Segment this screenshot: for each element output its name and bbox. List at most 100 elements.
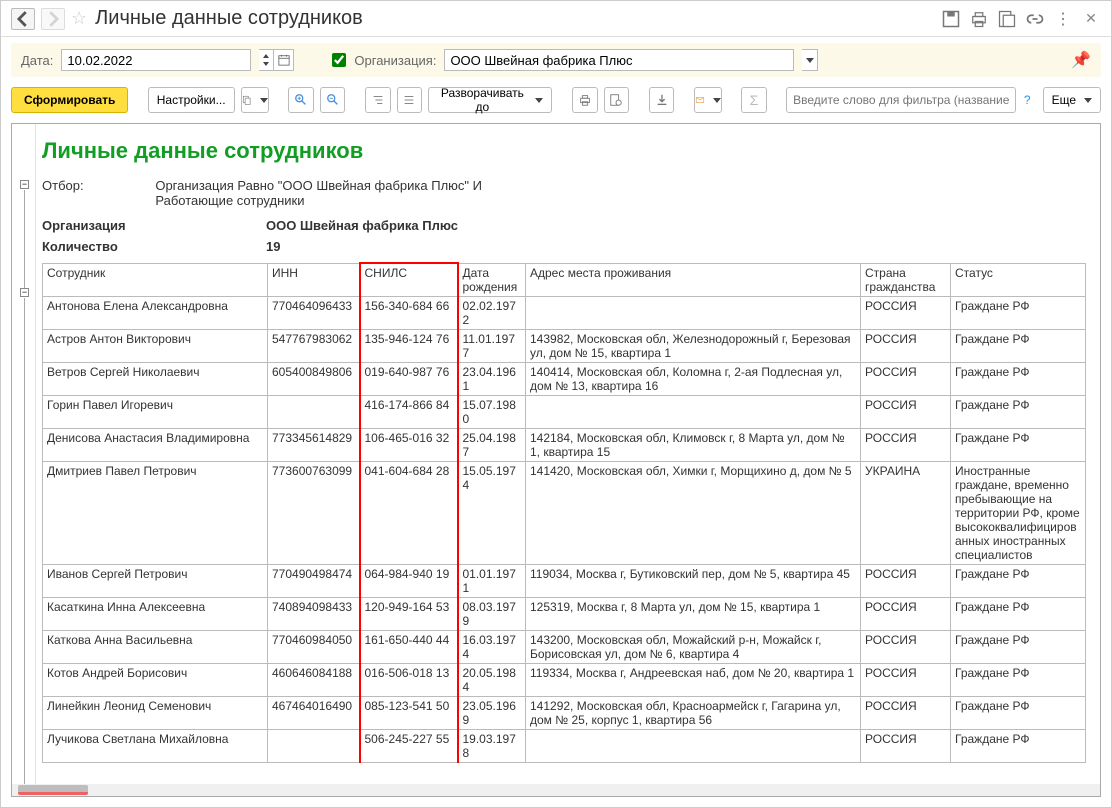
link-icon[interactable]	[1025, 9, 1045, 29]
email-button[interactable]	[694, 87, 722, 113]
cell-status: Граждане РФ	[951, 362, 1086, 395]
table-row[interactable]: Ветров Сергей Николаевич605400849806019-…	[43, 362, 1086, 395]
table-row[interactable]: Лучикова Светлана Михайловна 506-245-227 …	[43, 729, 1086, 762]
cell-inn: 467464016490	[268, 696, 360, 729]
cell-country: РОССИЯ	[861, 296, 951, 329]
preview-icon[interactable]	[997, 9, 1017, 29]
table-row[interactable]: Котов Андрей Борисович460646084188016-50…	[43, 663, 1086, 696]
print-preview-button[interactable]	[604, 87, 630, 113]
cell-status: Иностранные граждане, временно пребывающ…	[951, 461, 1086, 564]
org-input[interactable]: ООО Швейная фабрика Плюс	[444, 49, 794, 71]
table-row[interactable]: Каткова Анна Васильевна770460984050161-6…	[43, 630, 1086, 663]
cell-employee: Линейкин Леонид Семенович	[43, 696, 268, 729]
calendar-button[interactable]	[274, 49, 294, 71]
filter-bar: Дата: 10.02.2022 Организация: ООО Швейна…	[11, 43, 1101, 77]
cell-status: Граждане РФ	[951, 395, 1086, 428]
date-label: Дата:	[21, 53, 53, 68]
date-spin-button[interactable]	[259, 49, 274, 71]
table-row[interactable]: Горин Павел Игоревич416-174-866 8415.07.…	[43, 395, 1086, 428]
cell-bdate: 23.04.1961	[458, 362, 526, 395]
table-row[interactable]: Астров Антон Викторович547767983062135-9…	[43, 329, 1086, 362]
scrollbar-thumb[interactable]	[18, 785, 88, 795]
table-row[interactable]: Иванов Сергей Петрович770490498474064-98…	[43, 564, 1086, 597]
cell-employee: Каткова Анна Васильевна	[43, 630, 268, 663]
cell-address: 141292, Московская обл, Красноармейск г,…	[526, 696, 861, 729]
cell-country: РОССИЯ	[861, 630, 951, 663]
save-icon[interactable]	[941, 9, 961, 29]
expand-level-button[interactable]: Разворачивать до	[428, 87, 552, 113]
collapse-toggle[interactable]: −	[20, 288, 29, 297]
cell-bdate: 15.05.1974	[458, 461, 526, 564]
cell-inn: 770464096433	[268, 296, 360, 329]
cell-snils: 019-640-987 76	[360, 362, 458, 395]
pin-icon[interactable]: 📌	[1071, 50, 1091, 70]
cell-status: Граждане РФ	[951, 696, 1086, 729]
cell-inn: 770490498474	[268, 564, 360, 597]
cell-country: РОССИЯ	[861, 597, 951, 630]
cell-status: Граждане РФ	[951, 428, 1086, 461]
cell-country: РОССИЯ	[861, 564, 951, 597]
print-icon[interactable]	[969, 9, 989, 29]
cell-snils: 016-506-018 13	[360, 663, 458, 696]
cell-inn: 773345614829	[268, 428, 360, 461]
cell-status: Граждане РФ	[951, 564, 1086, 597]
sum-button[interactable]: Σ	[741, 87, 767, 113]
filter-summary: Отбор: Организация Равно "ООО Швейная фа…	[42, 178, 1086, 208]
cell-employee: Лучикова Светлана Михайловна	[43, 729, 268, 762]
date-input[interactable]: 10.02.2022	[61, 49, 251, 71]
cell-snils: 064-984-940 19	[360, 564, 458, 597]
outline-gutter: − −	[12, 124, 36, 796]
cell-country: УКРАИНА	[861, 461, 951, 564]
collapse-all-button[interactable]	[397, 87, 423, 113]
cell-bdate: 25.04.1987	[458, 428, 526, 461]
close-icon[interactable]: ✕	[1081, 9, 1101, 29]
cell-snils: 506-245-227 55	[360, 729, 458, 762]
save-file-button[interactable]	[649, 87, 675, 113]
cell-address: 143200, Московская обл, Можайский р-н, М…	[526, 630, 861, 663]
report-area: − − Личные данные сотрудников Отбор: Орг…	[11, 123, 1101, 797]
cell-bdate: 19.03.1978	[458, 729, 526, 762]
filter-help-icon[interactable]: ?	[1024, 93, 1031, 107]
toolbar: Сформировать Настройки... Разворачивать …	[1, 83, 1111, 119]
zoom-in-button[interactable]	[288, 87, 314, 113]
print-button[interactable]	[572, 87, 598, 113]
count-summary-label: Количество	[42, 239, 266, 254]
table-row[interactable]: Дмитриев Павел Петрович773600763099041-6…	[43, 461, 1086, 564]
cell-inn	[268, 395, 360, 428]
cell-bdate: 11.01.1977	[458, 329, 526, 362]
cell-country: РОССИЯ	[861, 729, 951, 762]
favorite-icon[interactable]: ☆	[71, 8, 87, 29]
back-button[interactable]	[11, 8, 35, 30]
forward-button[interactable]	[41, 8, 65, 30]
generate-button[interactable]: Сформировать	[11, 87, 128, 113]
cell-status: Граждане РФ	[951, 597, 1086, 630]
table-row[interactable]: Денисова Анастасия Владимировна773345614…	[43, 428, 1086, 461]
col-employee: Сотрудник	[43, 263, 268, 296]
settings-variant-button[interactable]	[241, 87, 269, 113]
settings-button[interactable]: Настройки...	[148, 87, 235, 113]
filter-summary-label: Отбор:	[42, 178, 152, 193]
cell-snils: 135-946-124 76	[360, 329, 458, 362]
expand-all-button[interactable]	[365, 87, 391, 113]
table-row[interactable]: Линейкин Леонид Семенович467464016490085…	[43, 696, 1086, 729]
table-row[interactable]: Касаткина Инна Алексеевна740894098433120…	[43, 597, 1086, 630]
more-button[interactable]: Еще	[1043, 87, 1101, 113]
filter-summary-value: Организация Равно "ООО Швейная фабрика П…	[155, 178, 482, 208]
col-inn: ИНН	[268, 263, 360, 296]
collapse-toggle[interactable]: −	[20, 180, 29, 189]
zoom-out-button[interactable]	[320, 87, 346, 113]
cell-employee: Денисова Анастасия Владимировна	[43, 428, 268, 461]
cell-employee: Касаткина Инна Алексеевна	[43, 597, 268, 630]
col-status: Статус	[951, 263, 1086, 296]
cell-snils: 161-650-440 44	[360, 630, 458, 663]
cell-bdate: 20.05.1984	[458, 663, 526, 696]
more-menu-icon[interactable]: ⋮	[1053, 9, 1073, 29]
cell-address: 141420, Московская обл, Химки г, Морщихи…	[526, 461, 861, 564]
col-snils: СНИЛС	[360, 263, 458, 296]
table-row[interactable]: Антонова Елена Александровна770464096433…	[43, 296, 1086, 329]
filter-input[interactable]	[786, 87, 1016, 113]
org-checkbox[interactable]	[332, 53, 346, 67]
org-dropdown-button[interactable]	[802, 49, 818, 71]
cell-address: 143982, Московская обл, Железнодорожный …	[526, 329, 861, 362]
horizontal-scrollbar[interactable]	[12, 784, 1100, 796]
